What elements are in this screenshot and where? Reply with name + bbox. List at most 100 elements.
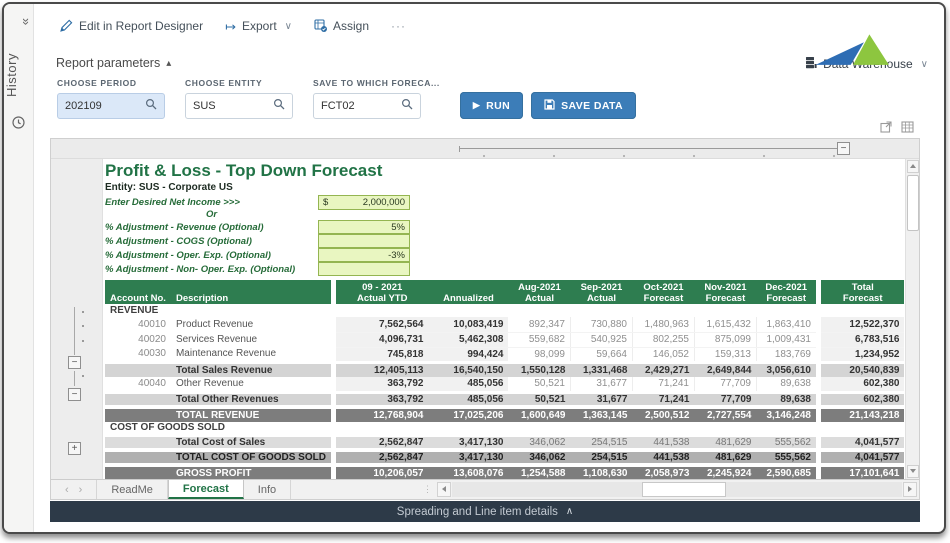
adj-nonoperexp-input-cell[interactable]: [318, 262, 410, 276]
value-cell: 1,363,145: [570, 407, 632, 422]
account-number-cell: 40040: [105, 377, 171, 392]
vertical-scrollbar[interactable]: [905, 159, 919, 479]
vertical-scroll-thumb[interactable]: [907, 175, 919, 231]
adj-cogs-input-cell[interactable]: [318, 234, 410, 248]
save-forecast-field: SAVE TO WHICH FORECA... FCT02: [313, 78, 440, 119]
value-cell[interactable]: 1,009,431: [756, 332, 818, 347]
value-cell[interactable]: 146,052: [632, 347, 694, 362]
account-number-cell: [105, 392, 171, 407]
pnl-table: Account No. Description09 - 2021Actual Y…: [105, 280, 904, 479]
sidebar-item-history[interactable]: History: [4, 40, 34, 110]
scroll-left-button[interactable]: [437, 482, 451, 497]
search-icon[interactable]: [145, 97, 157, 115]
parameter-fields: CHOOSE PERIOD 202109 CHOOSE ENTITY SUS S…: [57, 78, 644, 119]
caret-up-icon: ▴: [166, 58, 171, 69]
report-parameters-toggle[interactable]: Report parameters ▴: [56, 56, 171, 70]
row-group-expand-button[interactable]: +: [68, 442, 81, 455]
value-cell: 254,515: [570, 435, 632, 450]
scrollbar-grip-icon[interactable]: ⋮: [423, 484, 432, 495]
choose-period-input[interactable]: 202109: [57, 93, 165, 119]
grid-view-icon[interactable]: [901, 120, 914, 138]
value-cell[interactable]: 875,099: [694, 332, 756, 347]
row-group-collapse-button[interactable]: −: [68, 356, 81, 369]
horizontal-scrollbar[interactable]: ⋮: [423, 482, 917, 498]
popout-icon[interactable]: [880, 120, 892, 138]
value-cell: 540,925: [570, 332, 632, 347]
save-data-button[interactable]: SAVE DATA: [531, 92, 636, 119]
tab-forecast[interactable]: Forecast: [168, 480, 244, 499]
blank-cell: [694, 422, 756, 435]
horizontal-scroll-thumb[interactable]: [642, 482, 726, 497]
adj-nonoperexp-row: % Adjustment - Non- Oper. Exp. (Optional…: [105, 262, 905, 276]
run-button[interactable]: ▶ RUN: [460, 92, 523, 119]
save-data-label: SAVE DATA: [561, 100, 623, 112]
value-cell: 2,429,271: [632, 362, 694, 377]
value-cell: 4,096,731: [333, 332, 428, 347]
value-cell: 17,101,641: [818, 465, 904, 479]
value-cell[interactable]: 159,313: [694, 347, 756, 362]
column-group-collapse-button[interactable]: −: [837, 142, 850, 155]
adj-revenue-input-cell[interactable]: 5%: [318, 220, 410, 234]
value-cell: 602,380: [818, 377, 904, 392]
value-cell: 21,143,218: [818, 407, 904, 422]
search-icon[interactable]: [401, 97, 413, 115]
blank-cell: [632, 304, 694, 317]
net-income-input-cell[interactable]: $ 2,000,000: [318, 195, 410, 210]
blank-cell: [570, 304, 632, 317]
tab-info[interactable]: Info: [244, 480, 291, 499]
edit-in-report-designer-button[interactable]: Edit in Report Designer: [60, 19, 203, 34]
search-icon[interactable]: [273, 97, 285, 115]
choose-entity-input[interactable]: SUS: [185, 93, 293, 119]
choose-entity-field: CHOOSE ENTITY SUS: [185, 78, 293, 119]
sidebar-expand-icon[interactable]: »: [4, 12, 34, 32]
horizontal-scroll-track[interactable]: [452, 482, 902, 497]
description-cell: Maintenance Revenue: [171, 347, 334, 362]
blank-cell: [818, 304, 904, 317]
adj-cogs-row: % Adjustment - COGS (Optional): [105, 234, 905, 248]
row-group-collapse-button[interactable]: −: [68, 388, 81, 401]
table-row: 40030Maintenance Revenue745,818994,42498…: [105, 347, 904, 362]
value-cell[interactable]: 1,480,963: [632, 317, 694, 332]
value-cell[interactable]: 77,709: [694, 377, 756, 392]
value-cell[interactable]: 1,863,410: [756, 317, 818, 332]
value-cell: 31,677: [570, 392, 632, 407]
value-cell: 602,380: [818, 392, 904, 407]
history-clock-icon[interactable]: [12, 116, 25, 134]
value-cell: 254,515: [570, 450, 632, 465]
assign-button[interactable]: Assign: [314, 19, 369, 34]
prev-sheet-button[interactable]: ‹: [65, 484, 69, 496]
table-row: Total Cost of Sales2,562,8473,417,130346…: [105, 435, 904, 450]
spreading-details-panel-toggle[interactable]: Spreading and Line item details ∧: [50, 501, 920, 522]
blank-cell: [333, 422, 428, 435]
edit-label: Edit in Report Designer: [79, 19, 203, 33]
value-cell: 31,677: [570, 377, 632, 392]
value-cell[interactable]: 183,769: [756, 347, 818, 362]
tab-readme[interactable]: ReadMe: [97, 480, 168, 499]
scroll-down-button[interactable]: [907, 465, 919, 478]
adj-operexp-input-cell[interactable]: -3%: [318, 248, 410, 262]
next-sheet-button[interactable]: ›: [79, 484, 83, 496]
value-cell: 2,058,973: [632, 465, 694, 479]
table-row: 40010Product Revenue7,562,56410,083,4198…: [105, 317, 904, 332]
account-number-cell: [105, 407, 171, 422]
value-cell: 12,768,904: [333, 407, 428, 422]
export-button[interactable]: ↦ Export ∨: [225, 19, 292, 33]
value-cell: 441,538: [632, 450, 694, 465]
column-header-forecast: Oct-2021Forecast: [632, 280, 694, 304]
account-number-cell: 40010: [105, 317, 171, 332]
value-cell[interactable]: 1,615,432: [694, 317, 756, 332]
value-cell[interactable]: 89,638: [756, 377, 818, 392]
blank-cell: [428, 422, 508, 435]
more-options-button[interactable]: ···: [391, 19, 406, 33]
description-cell: GROSS PROFIT: [171, 465, 334, 479]
value-cell[interactable]: 802,255: [632, 332, 694, 347]
value-cell: 441,538: [632, 435, 694, 450]
scroll-up-button[interactable]: [907, 160, 919, 173]
value-cell[interactable]: 71,241: [632, 377, 694, 392]
value-cell: 485,056: [428, 377, 508, 392]
save-forecast-input[interactable]: FCT02: [313, 93, 421, 119]
section-label: COST OF GOODS SOLD: [105, 422, 333, 435]
adj-cogs-label: % Adjustment - COGS (Optional): [105, 236, 318, 247]
or-label: Or: [105, 210, 318, 220]
scroll-right-button[interactable]: [903, 482, 917, 497]
